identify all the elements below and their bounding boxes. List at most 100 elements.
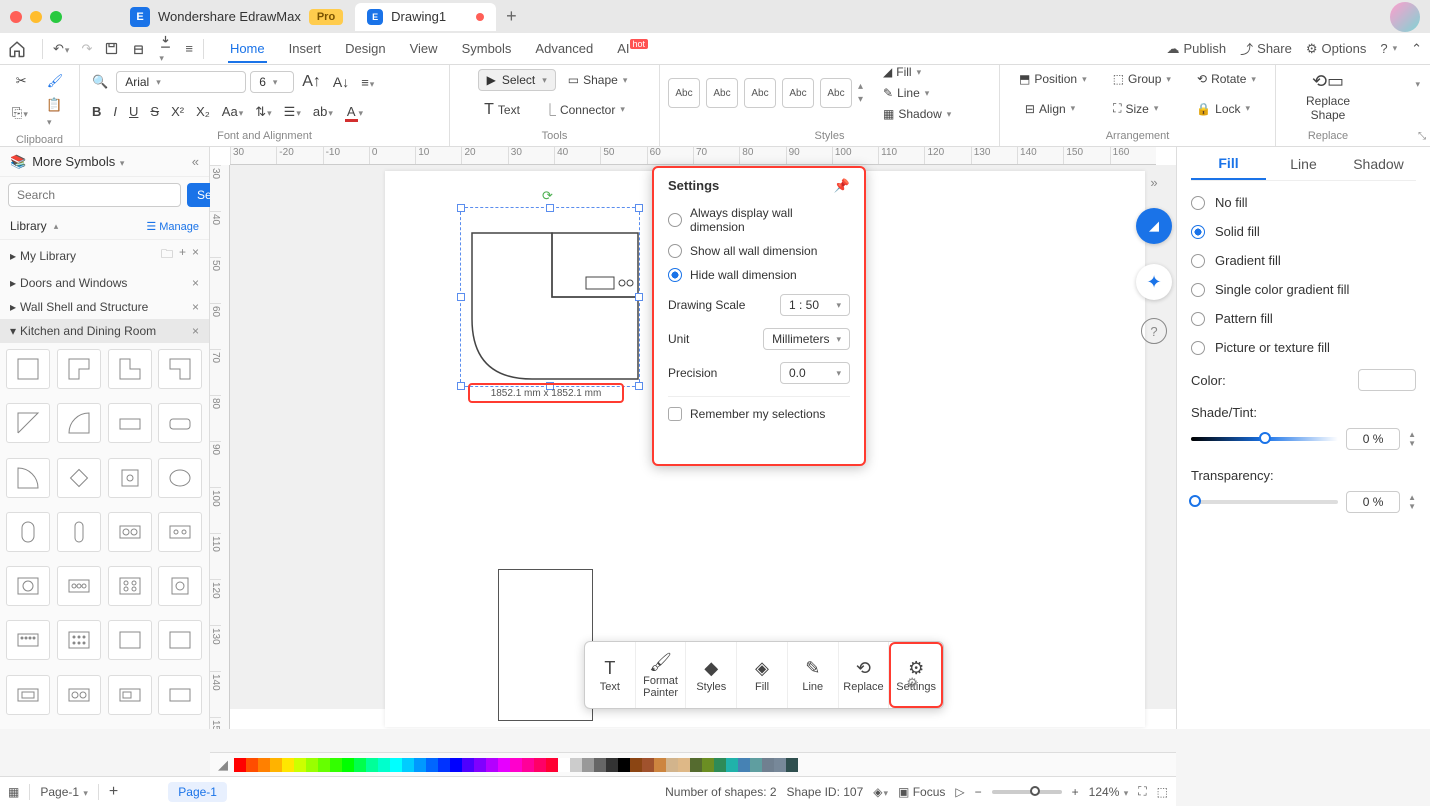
resize-handle[interactable] [457, 293, 465, 301]
tab-insert[interactable]: Insert [287, 35, 324, 62]
opt-hide[interactable]: Hide wall dimension [668, 268, 850, 282]
color-swatch[interactable] [786, 758, 798, 772]
collapse-ribbon[interactable]: ⌃ [1411, 41, 1422, 57]
size-button[interactable]: ⛶ Size▾ [1109, 98, 1162, 119]
rotate-button[interactable]: ⟲ Rotate▾ [1193, 69, 1260, 89]
share-button[interactable]: ⤴ Share [1240, 39, 1292, 58]
rotate-handle[interactable]: ⟳ [542, 188, 553, 204]
strike-button[interactable]: S [146, 100, 163, 123]
color-swatch[interactable] [630, 758, 642, 772]
styles-expand[interactable]: ⤡ [1418, 131, 1426, 142]
styles-up[interactable]: ▴ [858, 81, 863, 92]
connector-tool[interactable]: ⎿ Connector ▾ [540, 98, 629, 121]
ctx-format-painter[interactable]: 🖌Format Painter [636, 642, 687, 708]
underline-button[interactable]: U [125, 100, 142, 123]
increase-font[interactable]: A↑ [298, 69, 325, 95]
color-swatch[interactable] [390, 758, 402, 772]
save-button[interactable] [98, 37, 125, 60]
color-swatch[interactable] [750, 758, 762, 772]
color-swatch[interactable] [762, 758, 774, 772]
options-button[interactable]: ⚙ Options [1306, 41, 1366, 57]
shade-value[interactable]: 0 % [1346, 428, 1400, 450]
color-swatch[interactable] [582, 758, 594, 772]
shape-thumb[interactable] [6, 403, 50, 443]
ctx-text[interactable]: TText [585, 642, 636, 708]
color-swatch[interactable] [510, 758, 522, 772]
shade-down[interactable]: ▼ [1408, 439, 1416, 448]
trans-down[interactable]: ▼ [1408, 502, 1416, 511]
shape-thumb[interactable] [57, 675, 101, 715]
shadow-dropdown[interactable]: ▦ Shadow▾ [879, 104, 955, 124]
fill-opt-gradient[interactable]: Gradient fill [1191, 253, 1416, 268]
resize-handle[interactable] [457, 382, 465, 390]
style-swatch-1[interactable]: Abc [668, 78, 700, 108]
line-spacing[interactable]: ⇅▾ [251, 100, 275, 124]
color-swatch[interactable] [438, 758, 450, 772]
remember-checkbox[interactable]: Remember my selections [668, 396, 850, 421]
color-swatch[interactable] [426, 758, 438, 772]
color-swatch[interactable] [294, 758, 306, 772]
color-swatch[interactable] [666, 758, 678, 772]
color-swatch[interactable] [498, 758, 510, 772]
cat-kitchen[interactable]: Kitchen and Dining Room [20, 324, 156, 338]
color-swatch[interactable] [534, 758, 546, 772]
undo-button[interactable]: ↶▾ [47, 37, 75, 61]
window-min[interactable] [30, 11, 42, 23]
group-button[interactable]: ⬚ Group▾ [1109, 69, 1175, 89]
replace-shape-button[interactable]: ⟲▭ Replace Shape [1284, 69, 1372, 124]
cat-my-library[interactable]: My Library [20, 249, 76, 263]
canvas-settings-gear[interactable]: ⚙ [906, 675, 918, 691]
pages-icon[interactable]: ▦ [8, 785, 19, 799]
shape-thumb[interactable] [158, 675, 202, 715]
color-swatch[interactable] [594, 758, 606, 772]
italic-button[interactable]: I [109, 100, 121, 123]
tab-design[interactable]: Design [343, 35, 387, 62]
shape-thumb[interactable] [6, 675, 50, 715]
color-swatch[interactable] [726, 758, 738, 772]
decrease-font[interactable]: A↓ [329, 70, 353, 94]
expand-right-icon[interactable]: » [1150, 175, 1157, 190]
text-tool[interactable]: T Text [480, 98, 524, 122]
trans-value[interactable]: 0 % [1346, 491, 1400, 513]
color-swatch[interactable] [714, 758, 726, 772]
ai-assist-button[interactable]: ✦ [1136, 264, 1172, 300]
ctx-styles[interactable]: ◆Styles [686, 642, 737, 708]
color-swatch[interactable] [318, 758, 330, 772]
align-button[interactable]: ≡▾ [357, 71, 378, 94]
page-select[interactable]: Page-1 ▾ [40, 785, 88, 799]
shape-thumb[interactable] [108, 566, 152, 606]
resize-handle[interactable] [635, 204, 643, 212]
color-swatch[interactable] [1358, 369, 1416, 391]
subscript-button[interactable]: X₂ [192, 100, 214, 123]
layers-icon[interactable]: ◈▾ [873, 785, 888, 799]
superscript-button[interactable]: X² [167, 100, 188, 123]
ctx-fill[interactable]: ◈Fill [737, 642, 788, 708]
color-swatch[interactable] [414, 758, 426, 772]
color-swatch[interactable] [354, 758, 366, 772]
bold-button[interactable]: B [88, 100, 105, 123]
color-swatch[interactable] [546, 758, 558, 772]
color-swatch[interactable] [234, 758, 246, 772]
eyedropper-icon[interactable]: ◢ [218, 757, 228, 773]
zoom-value[interactable]: 124% ▾ [1089, 785, 1129, 799]
font-search[interactable]: 🔍 [88, 70, 112, 94]
color-swatch[interactable] [654, 758, 666, 772]
color-swatch[interactable] [774, 758, 786, 772]
line-dropdown[interactable]: ✎ Line▾ [879, 83, 955, 103]
redo-button[interactable]: ↷ [75, 37, 98, 61]
color-swatch[interactable] [270, 758, 282, 772]
fit-page[interactable]: ⛶ [1138, 784, 1146, 799]
styles-down[interactable]: ▾ [858, 94, 863, 105]
color-swatch[interactable] [366, 758, 378, 772]
color-swatch[interactable] [702, 758, 714, 772]
fill-dropdown[interactable]: ◢ Fill▾ [879, 62, 955, 82]
style-swatch-4[interactable]: Abc [782, 78, 814, 108]
position-button[interactable]: ⬒ Position▾ [1015, 69, 1091, 89]
list-button[interactable]: ☰▾ [280, 100, 305, 124]
shape-thumb[interactable] [6, 458, 50, 498]
shape-thumb[interactable] [158, 620, 202, 660]
more-symbols-label[interactable]: More Symbols ▾ [32, 154, 124, 169]
page-tab[interactable]: Page-1 [168, 782, 227, 802]
manage-link[interactable]: ☰ Manage [146, 220, 199, 233]
align-arr-button[interactable]: ⊟ Align▾ [1021, 99, 1079, 119]
